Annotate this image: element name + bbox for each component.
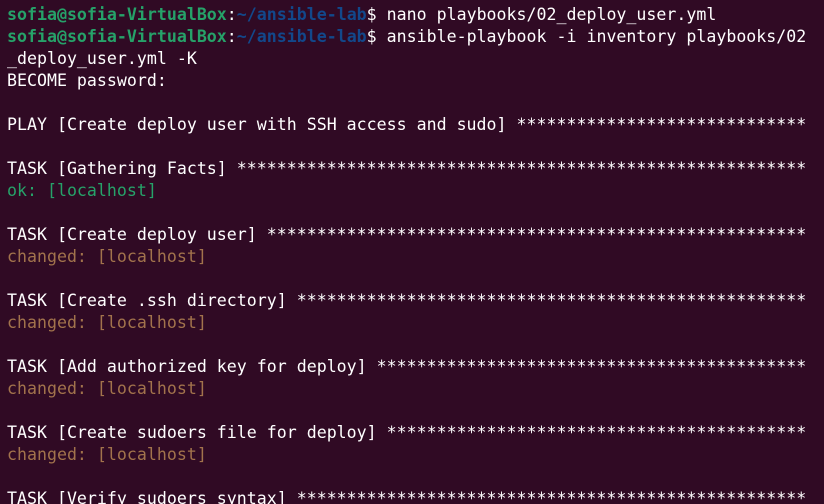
prompt-dollar: $ [366,5,387,24]
task-header: TASK [Verify sudoers syntax] ***********… [7,489,807,504]
prompt-user-host: sofia@sofia-VirtualBox [7,27,227,46]
prompt-colon: : [226,27,237,46]
task-status-changed: changed: [localhost] [7,445,207,464]
task-header: TASK [Create sudoers file for deploy] **… [7,423,807,442]
terminal-window[interactable]: sofia@sofia-VirtualBox:~/ansible-lab$ na… [0,0,824,504]
task-header: TASK [Gathering Facts] *****************… [7,159,807,178]
task-header: TASK [Create .ssh directory] ***********… [7,291,807,310]
prompt-dollar: $ [366,27,387,46]
task-status-changed: changed: [localhost] [7,313,207,332]
prompt-line-1: sofia@sofia-VirtualBox:~/ansible-lab$ na… [7,4,824,26]
command-text: ansible-playbook -i inventory playbooks/… [386,27,807,46]
prompt-path: ~/ansible-lab [236,5,367,24]
task-header: TASK [Add authorized key for deploy] ***… [7,357,807,376]
prompt-line-2: sofia@sofia-VirtualBox:~/ansible-lab$ an… [7,26,824,48]
command-text: nano playbooks/02_deploy_user.yml [386,5,717,24]
task-status-changed: changed: [localhost] [7,247,207,266]
play-header: PLAY [Create deploy user with SSH access… [7,115,807,134]
prompt-colon: : [226,5,237,24]
become-password-prompt: BECOME password: [7,71,167,90]
command-wrap-line: _deploy_user.yml -K [7,49,197,68]
task-status-changed: changed: [localhost] [7,379,207,398]
prompt-path: ~/ansible-lab [236,27,367,46]
prompt-user-host: sofia@sofia-VirtualBox [7,5,227,24]
task-header: TASK [Create deploy user] **************… [7,225,807,244]
task-status-ok: ok: [localhost] [7,181,157,200]
